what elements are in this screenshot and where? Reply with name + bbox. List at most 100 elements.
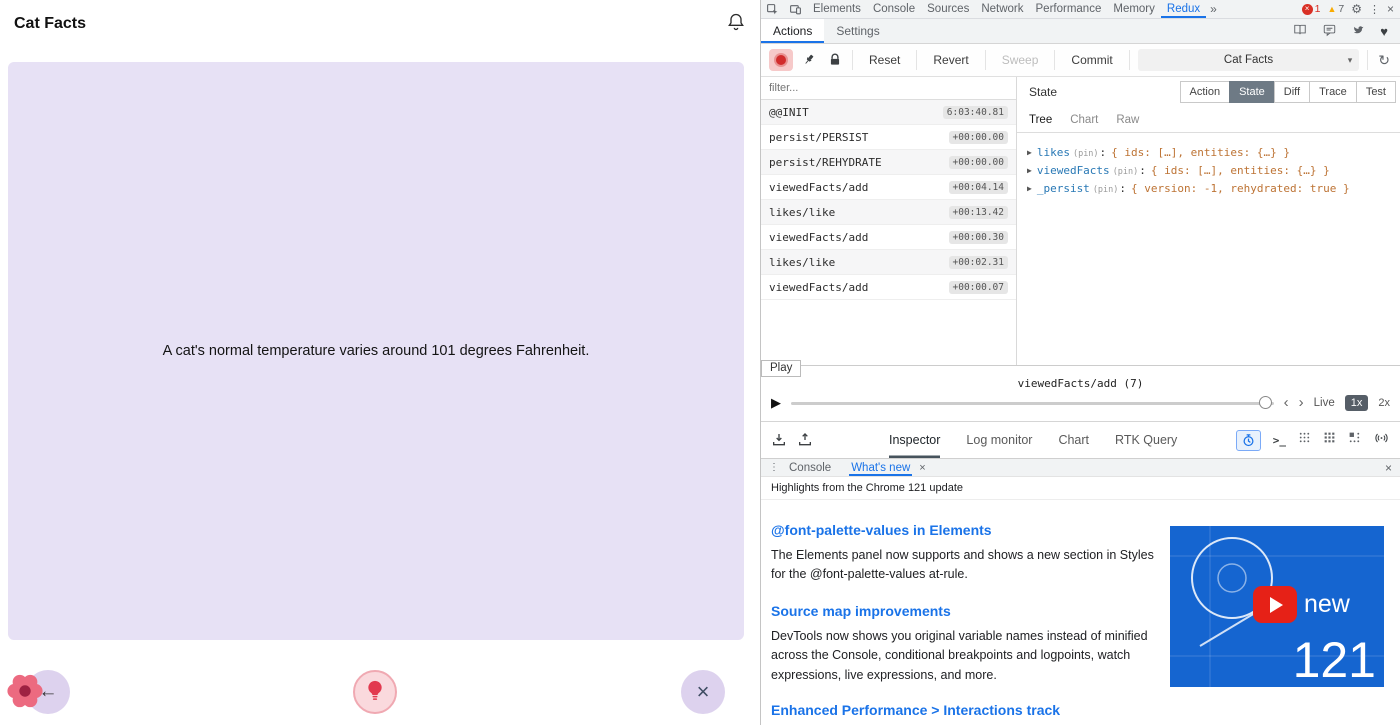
reset-button[interactable]: Reset bbox=[861, 49, 908, 71]
tab-console-drawer[interactable]: Console bbox=[789, 462, 831, 474]
action-filter-input[interactable] bbox=[761, 82, 1016, 94]
import-upload-icon[interactable] bbox=[797, 432, 813, 448]
stopwatch-icon[interactable] bbox=[1236, 430, 1261, 451]
tab-console[interactable]: Console bbox=[867, 0, 921, 18]
redux-main: @@INIT 6:03:40.81 persist/PERSIST +00:00… bbox=[761, 77, 1400, 366]
inspector-tab-state[interactable]: State bbox=[1229, 81, 1275, 103]
action-row[interactable]: persist/REHYDRATE +00:00.00 bbox=[761, 150, 1016, 175]
speed-2x-button[interactable]: 2x bbox=[1378, 397, 1390, 409]
error-badge[interactable]: × 1 bbox=[1302, 3, 1321, 15]
playback-bar: Play viewedFacts/add (7) ▶ ‹ › Live 1x 2… bbox=[761, 366, 1400, 421]
export-download-icon[interactable] bbox=[771, 432, 787, 448]
tab-performance[interactable]: Performance bbox=[1030, 0, 1108, 18]
dismiss-button[interactable]: × bbox=[681, 670, 725, 714]
revert-button[interactable]: Revert bbox=[925, 49, 976, 71]
live-label[interactable]: Live bbox=[1314, 397, 1335, 409]
fact-card: A cat's normal temperature varies around… bbox=[8, 62, 744, 640]
action-row[interactable]: @@INIT 6:03:40.81 bbox=[761, 100, 1016, 125]
kebab-menu-icon[interactable]: ⋮ bbox=[1369, 3, 1380, 16]
tree-pin: (pin) bbox=[1113, 164, 1146, 177]
inspector-tab-diff[interactable]: Diff bbox=[1274, 81, 1310, 103]
terminal-icon[interactable]: >_ bbox=[1273, 434, 1286, 447]
step-forward-icon[interactable]: › bbox=[1299, 394, 1304, 411]
whats-new-content: @font-palette-values in Elements The Ele… bbox=[761, 500, 1400, 725]
action-time-badge: +00:00.07 bbox=[949, 281, 1008, 294]
tab-sources[interactable]: Sources bbox=[921, 0, 975, 18]
sweep-button[interactable]: Sweep bbox=[994, 49, 1047, 71]
subtab-tree[interactable]: Tree bbox=[1029, 114, 1052, 126]
page-title: Cat Facts bbox=[14, 15, 86, 33]
playback-slider[interactable] bbox=[791, 396, 1274, 410]
inspector-tab-trace[interactable]: Trace bbox=[1309, 81, 1357, 103]
more-tabs-icon[interactable]: » bbox=[1206, 2, 1221, 16]
drawer-kebab-icon[interactable]: ⋮ bbox=[769, 462, 779, 473]
lock-icon[interactable] bbox=[826, 52, 844, 68]
tree-value: { ids: […], entities: {…} } bbox=[1111, 146, 1290, 159]
warning-badge[interactable]: ▲ 7 bbox=[1327, 3, 1344, 15]
tab-inspector[interactable]: Inspector bbox=[889, 422, 940, 458]
inspector-tab-test[interactable]: Test bbox=[1356, 81, 1396, 103]
instance-label: Cat Facts bbox=[1224, 54, 1273, 66]
close-whats-new-icon[interactable]: × bbox=[919, 462, 925, 474]
action-row[interactable]: viewedFacts/add +00:04.14 bbox=[761, 175, 1016, 200]
inspect-icon[interactable] bbox=[766, 3, 779, 16]
twitter-icon[interactable] bbox=[1351, 23, 1366, 39]
drawer-tabbar: ⋮ Console What's new × × bbox=[761, 458, 1400, 477]
sponsor-heart-icon[interactable]: ♥ bbox=[1380, 24, 1388, 39]
action-name: viewedFacts/add bbox=[769, 181, 868, 194]
tab-settings[interactable]: Settings bbox=[824, 19, 891, 43]
grid-icon-3[interactable] bbox=[1348, 431, 1361, 449]
tree-row[interactable]: ▶ likes (pin) { ids: […], entities: {…} … bbox=[1027, 143, 1400, 161]
inspector-tab-action[interactable]: Action bbox=[1180, 81, 1231, 103]
action-row[interactable]: viewedFacts/add +00:00.07 bbox=[761, 275, 1016, 300]
tab-redux[interactable]: Redux bbox=[1161, 0, 1206, 18]
action-row[interactable]: persist/PERSIST +00:00.00 bbox=[761, 125, 1016, 150]
playback-play-icon[interactable]: ▶ bbox=[771, 395, 781, 411]
tab-actions[interactable]: Actions bbox=[761, 19, 824, 43]
app-header: Cat Facts bbox=[0, 0, 760, 48]
subtab-chart[interactable]: Chart bbox=[1070, 114, 1098, 126]
instance-select[interactable]: Cat Facts ▾ bbox=[1138, 49, 1360, 71]
action-row[interactable]: likes/like +00:13.42 bbox=[761, 200, 1016, 225]
tab-memory[interactable]: Memory bbox=[1107, 0, 1161, 18]
grid-icon-2[interactable] bbox=[1323, 431, 1336, 449]
play-button[interactable]: Play bbox=[761, 360, 801, 377]
state-subtabs: Tree Chart Raw bbox=[1017, 107, 1400, 133]
settings-gear-icon[interactable]: ⚙ bbox=[1351, 2, 1362, 16]
notification-bell-icon[interactable] bbox=[726, 12, 746, 37]
close-devtools-icon[interactable]: × bbox=[1387, 2, 1394, 16]
slider-thumb[interactable] bbox=[1259, 396, 1272, 409]
slider-track bbox=[791, 402, 1274, 405]
tab-log-monitor[interactable]: Log monitor bbox=[966, 422, 1032, 458]
action-name: likes/like bbox=[769, 206, 835, 219]
tab-elements[interactable]: Elements bbox=[807, 0, 867, 18]
commit-button[interactable]: Commit bbox=[1063, 49, 1120, 71]
record-button[interactable] bbox=[769, 49, 793, 71]
action-name: likes/like bbox=[769, 256, 835, 269]
refresh-icon[interactable]: ↻ bbox=[1376, 52, 1392, 69]
device-toolbar-icon[interactable] bbox=[789, 3, 802, 16]
action-row[interactable]: viewedFacts/add +00:00.30 bbox=[761, 225, 1016, 250]
new-fact-button[interactable] bbox=[353, 670, 397, 714]
feedback-chat-icon[interactable] bbox=[1322, 23, 1337, 40]
tab-network[interactable]: Network bbox=[975, 0, 1029, 18]
pin-icon[interactable] bbox=[801, 52, 818, 68]
action-row[interactable]: likes/like +00:02.31 bbox=[761, 250, 1016, 275]
action-time-badge: +00:02.31 bbox=[949, 256, 1008, 269]
speed-1x-button[interactable]: 1x bbox=[1345, 395, 1369, 411]
whatsnew-thumbnail[interactable]: new 121 bbox=[1170, 526, 1384, 687]
expand-arrow-icon: ▶ bbox=[1027, 184, 1032, 193]
action-time-badge: +00:04.14 bbox=[949, 181, 1008, 194]
tab-whats-new[interactable]: What's new bbox=[849, 459, 912, 476]
section-heading[interactable]: Enhanced Performance > Interactions trac… bbox=[771, 702, 1400, 718]
close-drawer-icon[interactable]: × bbox=[1385, 461, 1392, 475]
subtab-raw[interactable]: Raw bbox=[1116, 114, 1139, 126]
tree-row[interactable]: ▶ _persist (pin) { version: -1, rehydrat… bbox=[1027, 179, 1400, 197]
tree-row[interactable]: ▶ viewedFacts (pin) { ids: […], entities… bbox=[1027, 161, 1400, 179]
tab-chart[interactable]: Chart bbox=[1058, 422, 1089, 458]
broadcast-icon[interactable] bbox=[1373, 431, 1390, 450]
grid-icon-1[interactable] bbox=[1298, 431, 1311, 449]
step-back-icon[interactable]: ‹ bbox=[1284, 394, 1289, 411]
tab-rtk-query[interactable]: RTK Query bbox=[1115, 422, 1177, 458]
docs-book-icon[interactable] bbox=[1292, 23, 1308, 40]
